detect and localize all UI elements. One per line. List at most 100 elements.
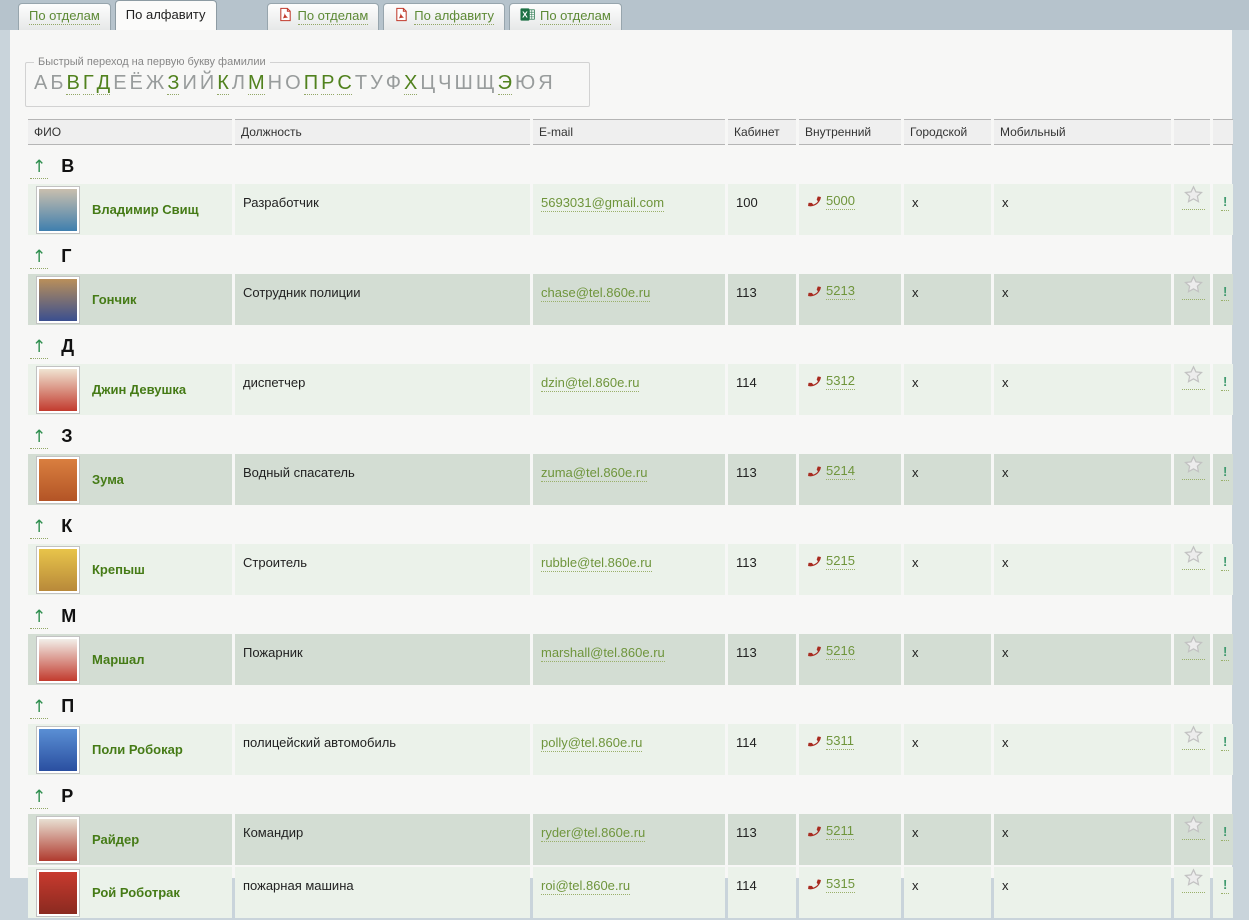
group-row: ↑ М <box>28 597 1233 632</box>
contact-name-link[interactable]: Зума <box>92 472 124 487</box>
avatar[interactable] <box>36 545 80 594</box>
email-link[interactable]: polly@tel.860e.ru <box>541 735 643 752</box>
contact-name-link[interactable]: Рой Роботрак <box>92 885 180 900</box>
favorite-star-button[interactable] <box>1182 814 1205 840</box>
email-link[interactable]: dzin@tel.860e.ru <box>541 375 640 392</box>
email-cell: zuma@tel.860e.ru <box>533 454 725 505</box>
scroll-to-top-link[interactable]: ↑ <box>30 157 49 179</box>
scroll-to-top-link[interactable]: ↑ <box>30 697 49 719</box>
tab-label: По алфавиту <box>414 7 494 25</box>
tab-by-alphabet[interactable]: По алфавиту <box>114 0 217 30</box>
avatar[interactable] <box>36 455 80 504</box>
letter-disabled: У <box>370 72 383 94</box>
position-cell: Сотрудник полиции <box>235 274 530 325</box>
internal-extension-link[interactable]: 5214 <box>826 463 855 480</box>
email-link[interactable]: zuma@tel.860e.ru <box>541 465 648 482</box>
info-bang-link[interactable]: ! <box>1221 374 1230 391</box>
contact-name-link[interactable]: Райдер <box>92 832 139 847</box>
info-cell: ! <box>1213 867 1233 918</box>
avatar[interactable] <box>36 275 80 324</box>
internal-extension-link[interactable]: 5213 <box>826 283 855 300</box>
tab-pdf-by-department[interactable]: По отделам <box>266 3 380 30</box>
email-link[interactable]: ryder@tel.860e.ru <box>541 825 646 842</box>
info-bang-link[interactable]: ! <box>1221 194 1230 211</box>
name-cell: Джин Девушка <box>28 364 232 415</box>
scroll-to-top-link[interactable]: ↑ <box>30 517 49 539</box>
contact-name-link[interactable]: Маршал <box>92 652 144 667</box>
tab-by-department[interactable]: По отделам <box>18 3 111 30</box>
favorite-star-button[interactable] <box>1182 184 1205 210</box>
position-text: диспетчер <box>243 375 306 390</box>
internal-extension-link[interactable]: 5312 <box>826 373 855 390</box>
mobile-phone-cell: x <box>994 867 1171 918</box>
contact-name-link[interactable]: Гончик <box>92 292 137 307</box>
info-bang-link[interactable]: ! <box>1221 644 1230 661</box>
contact-name-link[interactable]: Владимир Свищ <box>92 202 199 217</box>
avatar[interactable] <box>36 815 80 864</box>
scroll-to-top-link[interactable]: ↑ <box>30 607 49 629</box>
internal-extension-link[interactable]: 5000 <box>826 193 855 210</box>
favorite-star-button[interactable] <box>1182 724 1205 750</box>
contact-name-link[interactable]: Джин Девушка <box>92 382 186 397</box>
scroll-to-top-link[interactable]: ↑ <box>30 247 49 269</box>
name-cell: Гончик <box>28 274 232 325</box>
letter-link[interactable]: Р <box>321 72 335 95</box>
avatar[interactable] <box>36 185 80 234</box>
city-phone-text: x <box>912 375 919 390</box>
contact-name-link[interactable]: Поли Робокар <box>92 742 183 757</box>
favorite-star-button[interactable] <box>1182 274 1205 300</box>
letter-link[interactable]: Х <box>404 72 418 95</box>
contact-name-link[interactable]: Крепыш <box>92 562 145 577</box>
email-link[interactable]: 5693031@gmail.com <box>541 195 665 212</box>
internal-extension-link[interactable]: 5216 <box>826 643 855 660</box>
letter-disabled: Я <box>538 72 553 94</box>
position-cell: Строитель <box>235 544 530 595</box>
letter-link[interactable]: Д <box>96 72 111 95</box>
letter-link[interactable]: П <box>303 72 319 95</box>
group-letter-label: Г <box>61 246 72 266</box>
favorite-star-button[interactable] <box>1182 634 1205 660</box>
scroll-to-top-link[interactable]: ↑ <box>30 427 49 449</box>
letter-link[interactable]: Г <box>82 72 94 95</box>
mobile-phone-text: x <box>1002 645 1009 660</box>
scroll-to-top-link[interactable]: ↑ <box>30 337 49 359</box>
letter-link[interactable]: З <box>167 72 180 95</box>
info-bang-link[interactable]: ! <box>1221 554 1230 571</box>
info-bang-link[interactable]: ! <box>1221 824 1230 841</box>
tab-pdf-by-alphabet[interactable]: По алфавиту <box>383 3 505 30</box>
favorite-star-button[interactable] <box>1182 867 1205 893</box>
internal-extension-link[interactable]: 5211 <box>826 823 854 840</box>
info-bang-link[interactable]: ! <box>1221 284 1230 301</box>
avatar[interactable] <box>36 868 80 917</box>
avatar[interactable] <box>36 635 80 684</box>
tab-excel-by-department[interactable]: X По отделам <box>509 3 622 30</box>
info-bang-link[interactable]: ! <box>1221 877 1230 894</box>
internal-extension-link[interactable]: 5311 <box>826 733 854 750</box>
scroll-to-top-link[interactable]: ↑ <box>30 787 49 809</box>
info-cell: ! <box>1213 634 1233 685</box>
internal-extension-link[interactable]: 5315 <box>826 876 855 893</box>
group-letter-label: П <box>61 696 75 716</box>
email-link[interactable]: roi@tel.860e.ru <box>541 878 631 895</box>
favorite-star-button[interactable] <box>1182 454 1205 480</box>
letter-link[interactable]: К <box>217 72 229 95</box>
favorite-star-button[interactable] <box>1182 544 1205 570</box>
info-bang-link[interactable]: ! <box>1221 734 1230 751</box>
avatar[interactable] <box>36 725 80 774</box>
avatar-image <box>39 188 77 231</box>
internal-extension-link[interactable]: 5215 <box>826 553 855 570</box>
avatar[interactable] <box>36 365 80 414</box>
phone-icon <box>808 646 821 657</box>
city-phone-cell: x <box>904 724 991 775</box>
email-link[interactable]: marshall@tel.860e.ru <box>541 645 665 662</box>
email-link[interactable]: chase@tel.860e.ru <box>541 285 651 302</box>
letter-link[interactable]: С <box>337 72 352 95</box>
room-cell: 113 <box>728 634 796 685</box>
favorite-star-button[interactable] <box>1182 364 1205 390</box>
email-link[interactable]: rubble@tel.860e.ru <box>541 555 652 572</box>
letter-link[interactable]: М <box>248 72 265 95</box>
letter-link[interactable]: В <box>66 72 80 95</box>
pdf-icon <box>279 7 291 22</box>
info-bang-link[interactable]: ! <box>1221 464 1230 481</box>
letter-link[interactable]: Э <box>497 72 512 95</box>
